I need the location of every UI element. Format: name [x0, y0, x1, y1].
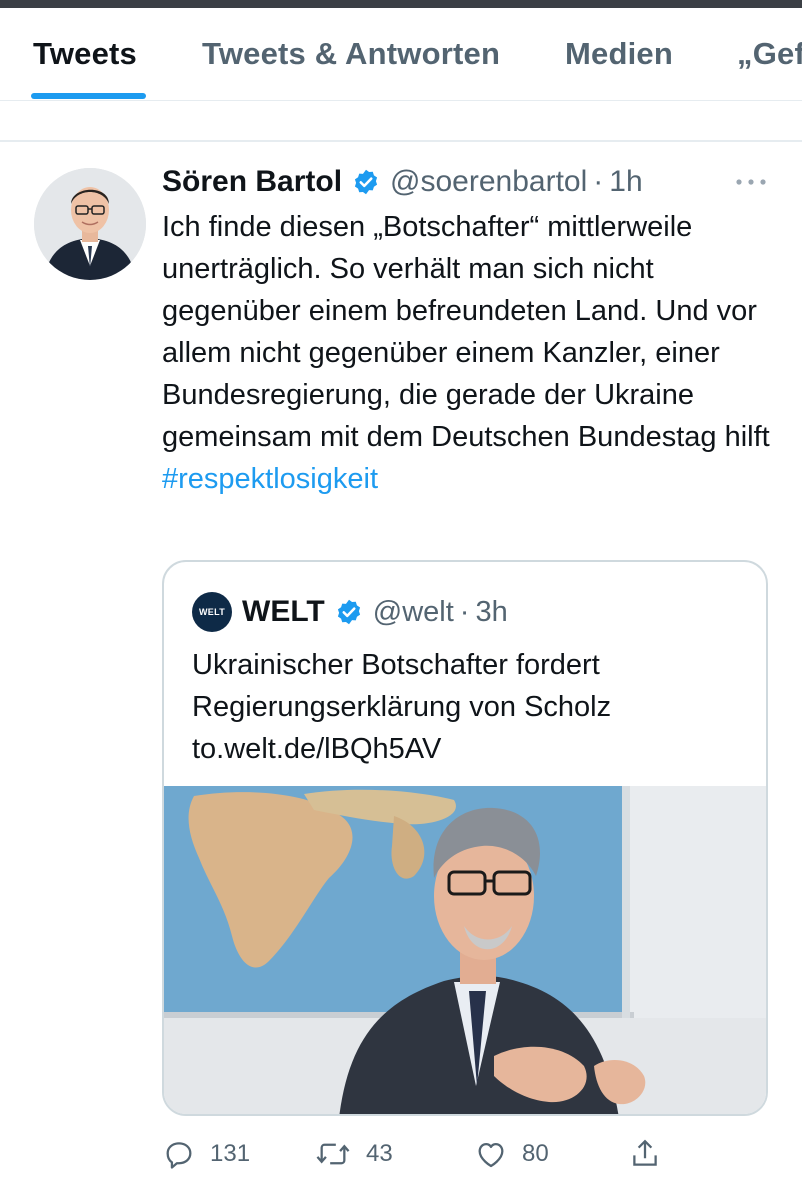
author-name[interactable]: Sören Bartol — [162, 165, 342, 199]
tweet-header: Sören Bartol @soerenbartol · 1h — [162, 162, 643, 202]
tweet-actions: 131 43 80 — [162, 1130, 682, 1178]
like-count: 80 — [522, 1140, 549, 1167]
avatar-photo — [34, 168, 146, 280]
tweet-divider — [0, 140, 802, 142]
quoted-tweet-body: Ukrainischer Botschafter fordert Regieru… — [192, 644, 752, 770]
active-tab-indicator — [31, 93, 146, 99]
verified-badge-icon — [335, 598, 363, 626]
more-options-icon[interactable] — [733, 168, 769, 196]
reply-icon — [166, 1142, 192, 1169]
quoted-link[interactable]: to.welt.de/lBQh5AV — [192, 728, 752, 770]
meta-separator: · — [593, 165, 604, 198]
quoted-author-handle[interactable]: @welt — [373, 596, 454, 629]
welt-avatar[interactable]: WELT — [192, 592, 232, 632]
like-button[interactable]: 80 — [474, 1130, 549, 1178]
hashtag-link[interactable]: #respektlosigkeit — [162, 463, 378, 495]
quoted-tweet-photo[interactable] — [164, 786, 768, 1116]
verified-badge-icon — [352, 168, 380, 196]
quoted-author-name[interactable]: WELT — [242, 595, 325, 629]
retweet-button[interactable]: 43 — [314, 1130, 393, 1178]
tab-tweets[interactable]: Tweets — [33, 36, 137, 72]
tweet-body: Ich finde diesen „Botschafter“ mittlerwe… — [162, 206, 772, 500]
share-icon — [633, 1139, 657, 1166]
retweet-icon — [316, 1143, 350, 1165]
retweet-count: 43 — [366, 1140, 393, 1167]
reply-count: 131 — [210, 1140, 251, 1167]
tab-media[interactable]: Medien — [565, 36, 673, 72]
top-status-strip — [0, 0, 802, 8]
tweet-timestamp[interactable]: 1h — [609, 165, 642, 199]
avatar[interactable] — [34, 168, 146, 280]
meta-separator: · — [459, 595, 470, 628]
author-handle[interactable]: @soerenbartol — [390, 165, 587, 199]
tab-tweets-and-replies[interactable]: Tweets & Antworten — [202, 36, 500, 72]
profile-tabs: Tweets Tweets & Antworten Medien „Gef Di… — [0, 8, 802, 101]
share-button[interactable] — [628, 1130, 676, 1178]
tab-likes[interactable]: „Gef — [737, 36, 802, 72]
quoted-timestamp[interactable]: 3h — [475, 596, 507, 629]
quoted-text-line: Regierungserklärung von Scholz — [192, 691, 612, 723]
quoted-tweet-card[interactable]: WELT WELT @welt · 3h Ukrainischer Botsch… — [162, 560, 768, 1116]
quoted-tweet-header: WELT WELT @welt · 3h — [192, 592, 508, 632]
reply-button[interactable]: 131 — [162, 1130, 250, 1178]
tweet-text: Ich finde diesen „Botschafter“ mittlerwe… — [162, 211, 770, 453]
quoted-text-line: Ukrainischer Botschafter fordert — [192, 649, 600, 681]
like-icon — [478, 1142, 504, 1168]
show-thread-link[interactable]: Diesen Thread anzeigen — [160, 84, 486, 101]
